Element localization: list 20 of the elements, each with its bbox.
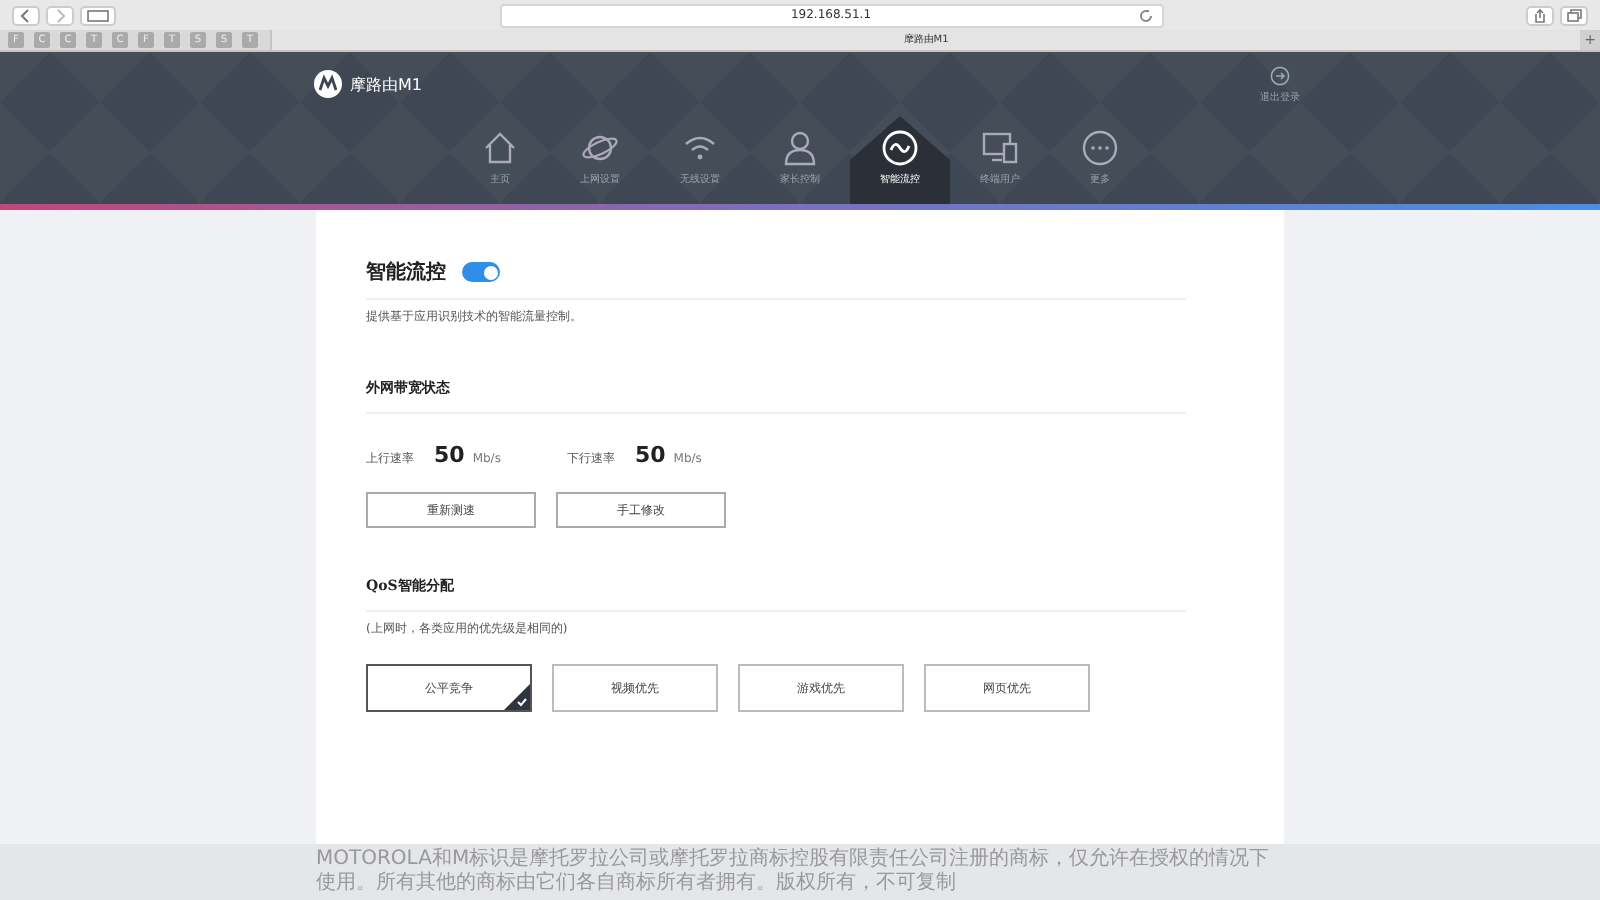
back-icon[interactable] (12, 5, 40, 25)
toggle-switch[interactable] (462, 262, 500, 282)
logo-icon (314, 70, 342, 98)
copyright-text: MOTOROLA和M标识是摩托罗拉公司或摩托罗拉商标控股有限责任公司注册的商标，仅允许在授权的情况下使用。所有其他的商标由它们各自商标所有者拥有。版权所有，不可复制 (316, 848, 1272, 896)
share-icon[interactable] (1526, 5, 1554, 25)
speed-value: 50 (634, 442, 666, 468)
section-title: 智能流控 (366, 258, 446, 286)
home-icon (480, 128, 520, 168)
wave-icon (880, 128, 920, 168)
check-corner-icon (504, 684, 530, 710)
reload-icon[interactable] (1137, 7, 1153, 23)
brand-name: 摩路由M1 (350, 73, 422, 95)
speed-value: 50 (434, 442, 465, 468)
devices-icon (980, 128, 1020, 168)
forward-icon[interactable] (46, 5, 74, 25)
more-icon (1080, 128, 1120, 168)
sidebar-icon[interactable] (80, 5, 116, 25)
person-icon (780, 128, 820, 168)
tabs-icon[interactable] (1560, 5, 1588, 25)
logout-icon (1270, 65, 1290, 85)
